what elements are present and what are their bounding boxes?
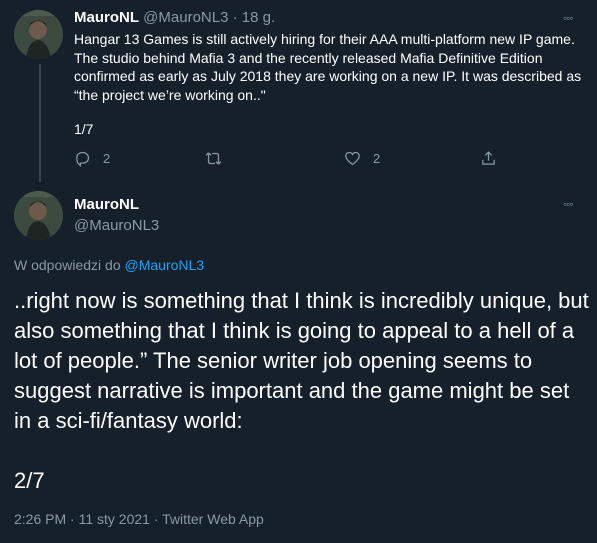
thread-line [39,64,41,182]
tweet-2-header: MauroNL @MauroNL3 [74,196,159,236]
tweet-actions: 2 2 [74,150,504,172]
retweet-button[interactable] [205,150,222,167]
thread-count: 2/7 [14,468,45,493]
more-icon[interactable]: ◦◦◦ [563,198,574,210]
like-count: 2 [373,151,381,166]
share-button[interactable] [480,150,497,167]
reply-icon [76,151,90,167]
author-name[interactable]: MauroNL [74,196,159,214]
separator-dot: · [232,9,238,26]
reply-to-link[interactable]: @MauroNL3 [125,257,205,273]
reply-button[interactable]: 2 [74,150,110,167]
like-icon [345,151,360,166]
avatar[interactable] [14,191,63,240]
retweet-icon [205,152,222,165]
tweet-time[interactable]: 18 g. [242,9,275,26]
more-icon[interactable]: ◦◦◦ [563,12,574,24]
reply-context: W odpowiedzi do @MauroNL3 [14,257,204,273]
like-button[interactable]: 2 [344,150,380,167]
tweet-1-text: Hangar 13 Games is still actively hiring… [74,31,582,103]
tweet-1-header: MauroNL @MauroNL3 · 18 g. [74,8,588,28]
share-icon [482,151,495,165]
tweet-timestamp[interactable]: 2:26 PM · 11 sty 2021 · Twitter Web App [14,511,264,527]
reply-count: 2 [103,151,111,166]
thread-count: 1/7 [74,121,94,137]
author-name[interactable]: MauroNL [74,9,139,26]
author-handle[interactable]: @MauroNL3 [74,216,159,236]
avatar[interactable] [14,10,63,59]
tweet-1[interactable]: MauroNL @MauroNL3 · 18 g. Hangar 13 Game… [74,8,588,138]
author-handle[interactable]: @MauroNL3 [143,9,228,26]
tweet-2-text: ..right now is something that I think is… [14,288,589,433]
reply-prefix: W odpowiedzi do [14,257,121,273]
